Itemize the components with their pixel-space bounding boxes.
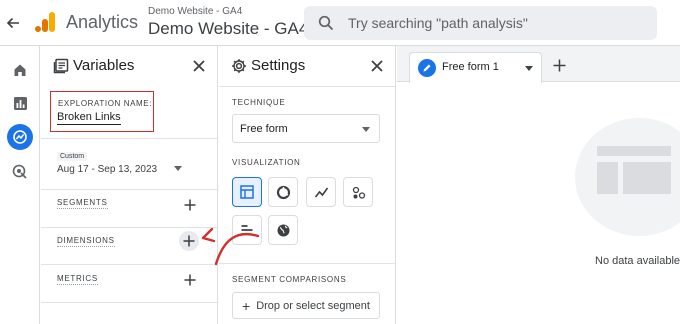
- ga4-exploration-page: Analytics Demo Website - GA4 Demo Websit…: [0, 0, 680, 324]
- exploration-name-field[interactable]: EXPLORATION NAME: Broken Links: [50, 91, 154, 132]
- empty-state-illustration: [575, 118, 680, 236]
- exploration-canvas: Free form 1 No data available: [397, 46, 680, 324]
- line-chart-icon: [314, 187, 328, 197]
- close-icon[interactable]: [191, 58, 207, 74]
- divider: [41, 138, 217, 139]
- search-bar[interactable]: Try searching "path analysis": [304, 6, 657, 40]
- settings-header: Settings: [219, 46, 395, 86]
- chevron-down-icon[interactable]: [525, 66, 533, 71]
- table-viz-button[interactable]: [232, 177, 262, 207]
- analytics-logo-icon: [35, 12, 55, 32]
- no-data-message: No data available: [595, 255, 680, 267]
- divider: [41, 189, 217, 190]
- account-breadcrumb[interactable]: Demo Website - GA4: [148, 6, 242, 17]
- tab-label: Free form 1: [442, 61, 499, 73]
- reports-icon[interactable]: [7, 90, 33, 116]
- date-preset-chip: Custom: [57, 152, 88, 161]
- gear-icon: [232, 59, 246, 73]
- arrow-back-icon: [6, 17, 19, 29]
- technique-select[interactable]: Free form: [232, 114, 380, 143]
- divider: [219, 86, 395, 87]
- divider: [41, 264, 217, 265]
- chevron-down-icon[interactable]: [174, 166, 182, 171]
- line-viz-button[interactable]: [306, 177, 336, 207]
- left-nav-rail: [0, 46, 40, 324]
- segments-label: SEGMENTS: [57, 198, 108, 209]
- settings-panel: Settings TECHNIQUE Free form VISUALIZATI…: [219, 46, 396, 324]
- metrics-label: METRICS: [57, 274, 98, 285]
- visualization-label: VISUALIZATION: [232, 158, 301, 167]
- divider: [41, 227, 217, 228]
- table-icon: [240, 185, 254, 199]
- annotation-arrow-icon: [201, 227, 260, 266]
- property-selector[interactable]: Demo Website - GA4: [148, 19, 308, 39]
- technique-label: TECHNIQUE: [232, 98, 286, 107]
- technique-value: Free form: [240, 123, 288, 135]
- chevron-down-icon: [362, 127, 370, 132]
- segment-drop-label: Drop or select segment: [256, 299, 370, 312]
- exploration-name-label: EXPLORATION NAME:: [58, 99, 153, 108]
- segment-drop-zone[interactable]: + Drop or select segment: [232, 292, 380, 319]
- close-icon[interactable]: [369, 58, 385, 74]
- scatter-plot-icon: [352, 186, 365, 199]
- settings-title: Settings: [251, 57, 306, 74]
- plus-icon: +: [242, 297, 251, 314]
- add-segment-button[interactable]: [181, 196, 198, 213]
- add-metric-button[interactable]: [181, 271, 198, 288]
- tab-free-form-1[interactable]: Free form 1: [409, 52, 542, 83]
- top-header: Analytics Demo Website - GA4 Demo Websit…: [0, 0, 680, 46]
- search-icon: [318, 14, 336, 32]
- app-name: Analytics: [66, 12, 139, 32]
- plus-icon: [553, 59, 565, 71]
- dimensions-label: DIMENSIONS: [57, 236, 115, 247]
- globe-icon: [277, 224, 289, 236]
- date-range-picker[interactable]: Aug 17 - Sep 13, 2023: [57, 164, 157, 175]
- variables-icon: [53, 58, 69, 74]
- geo-viz-button[interactable]: [268, 215, 298, 245]
- plus-icon: [184, 274, 195, 285]
- add-dimension-button[interactable]: [179, 231, 199, 251]
- variables-title: Variables: [73, 57, 135, 74]
- donut-viz-button[interactable]: [268, 177, 298, 207]
- scatter-viz-button[interactable]: [343, 177, 373, 207]
- variables-panel: Variables EXPLORATION NAME: Broken Links…: [41, 46, 218, 324]
- exploration-name-input[interactable]: Broken Links: [57, 111, 121, 125]
- pencil-icon: [418, 59, 436, 77]
- divider: [41, 302, 217, 303]
- plus-icon: [183, 235, 195, 247]
- plus-icon: [184, 199, 195, 210]
- home-icon[interactable]: [7, 57, 33, 83]
- search-placeholder: Try searching "path analysis": [348, 15, 528, 31]
- add-tab-button[interactable]: [550, 56, 568, 74]
- tab-strip: Free form 1: [397, 46, 680, 83]
- donut-chart-icon: [276, 185, 290, 199]
- variables-header: Variables: [41, 46, 217, 86]
- advertising-icon[interactable]: [7, 159, 33, 185]
- explore-icon[interactable]: [7, 124, 33, 150]
- back-button[interactable]: [0, 10, 26, 36]
- segment-comparisons-label: SEGMENT COMPARISONS: [232, 275, 347, 284]
